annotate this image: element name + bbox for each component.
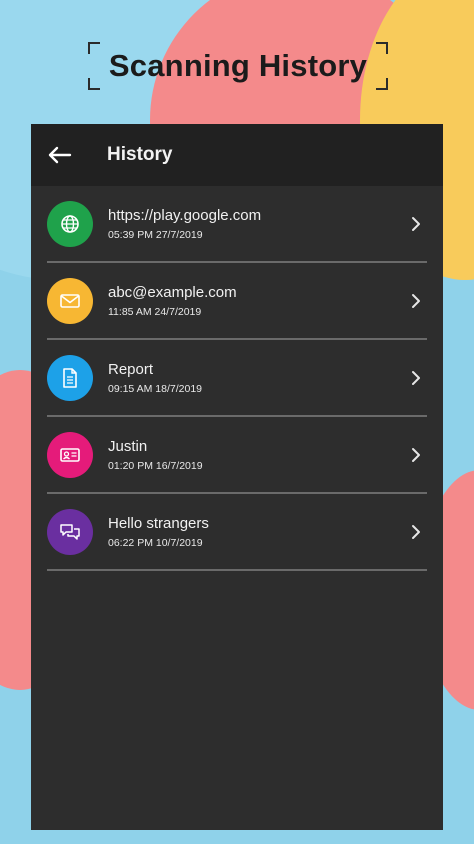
arrow-left-icon <box>48 146 72 164</box>
promo-title-frame: Scanning History <box>88 42 388 90</box>
chevron-right-icon <box>409 446 423 464</box>
history-item-timestamp: 05:39 PM 27/7/2019 <box>108 229 203 241</box>
history-item-icon-badge <box>47 354 93 401</box>
contact-card-icon <box>60 447 80 462</box>
chat-icon <box>60 523 80 540</box>
app-bar: History <box>31 124 443 186</box>
history-item-title: https://play.google.com <box>108 207 262 224</box>
chevron-right-icon <box>409 523 423 541</box>
page-title: History <box>107 144 173 165</box>
history-item-timestamp: 09:15 AM 18/7/2019 <box>108 383 202 395</box>
frame-corner <box>88 42 100 54</box>
history-item[interactable]: https://play.google.com 05:39 PM 27/7/20… <box>47 186 427 263</box>
history-item-icon-badge <box>47 431 93 478</box>
history-item-title: Report <box>108 361 154 378</box>
chevron-right-icon <box>409 215 423 233</box>
history-item[interactable]: Hello strangers 06:22 PM 10/7/2019 <box>47 494 427 571</box>
globe-icon <box>61 214 79 233</box>
back-button[interactable] <box>31 124 87 186</box>
chevron-right-icon <box>409 369 423 387</box>
history-item[interactable]: Justin 01:20 PM 16/7/2019 <box>47 417 427 494</box>
history-item[interactable]: abc@example.com 11:85 AM 24/7/2019 <box>47 263 427 340</box>
history-item[interactable]: Report 09:15 AM 18/7/2019 <box>47 340 427 417</box>
chevron-right-icon <box>409 292 423 310</box>
history-item-timestamp: 06:22 PM 10/7/2019 <box>108 537 203 549</box>
frame-corner <box>88 78 100 90</box>
history-item-title: abc@example.com <box>108 284 237 301</box>
history-list: https://play.google.com 05:39 PM 27/7/20… <box>31 186 443 571</box>
frame-corner <box>376 78 388 90</box>
promo-title: Scanning History <box>108 48 368 83</box>
history-item-timestamp: 01:20 PM 16/7/2019 <box>108 460 203 472</box>
history-item-timestamp: 11:85 AM 24/7/2019 <box>108 306 202 318</box>
mail-icon <box>60 293 80 308</box>
document-icon <box>63 367 77 388</box>
history-item-title: Justin <box>108 438 148 455</box>
history-item-icon-badge <box>47 200 93 247</box>
history-item-icon-badge <box>47 508 93 555</box>
history-item-icon-badge <box>47 277 93 324</box>
history-item-title: Hello strangers <box>108 515 209 532</box>
phone-screen: History https://play.google.com 05:39 PM… <box>31 124 443 830</box>
frame-corner <box>376 42 388 54</box>
